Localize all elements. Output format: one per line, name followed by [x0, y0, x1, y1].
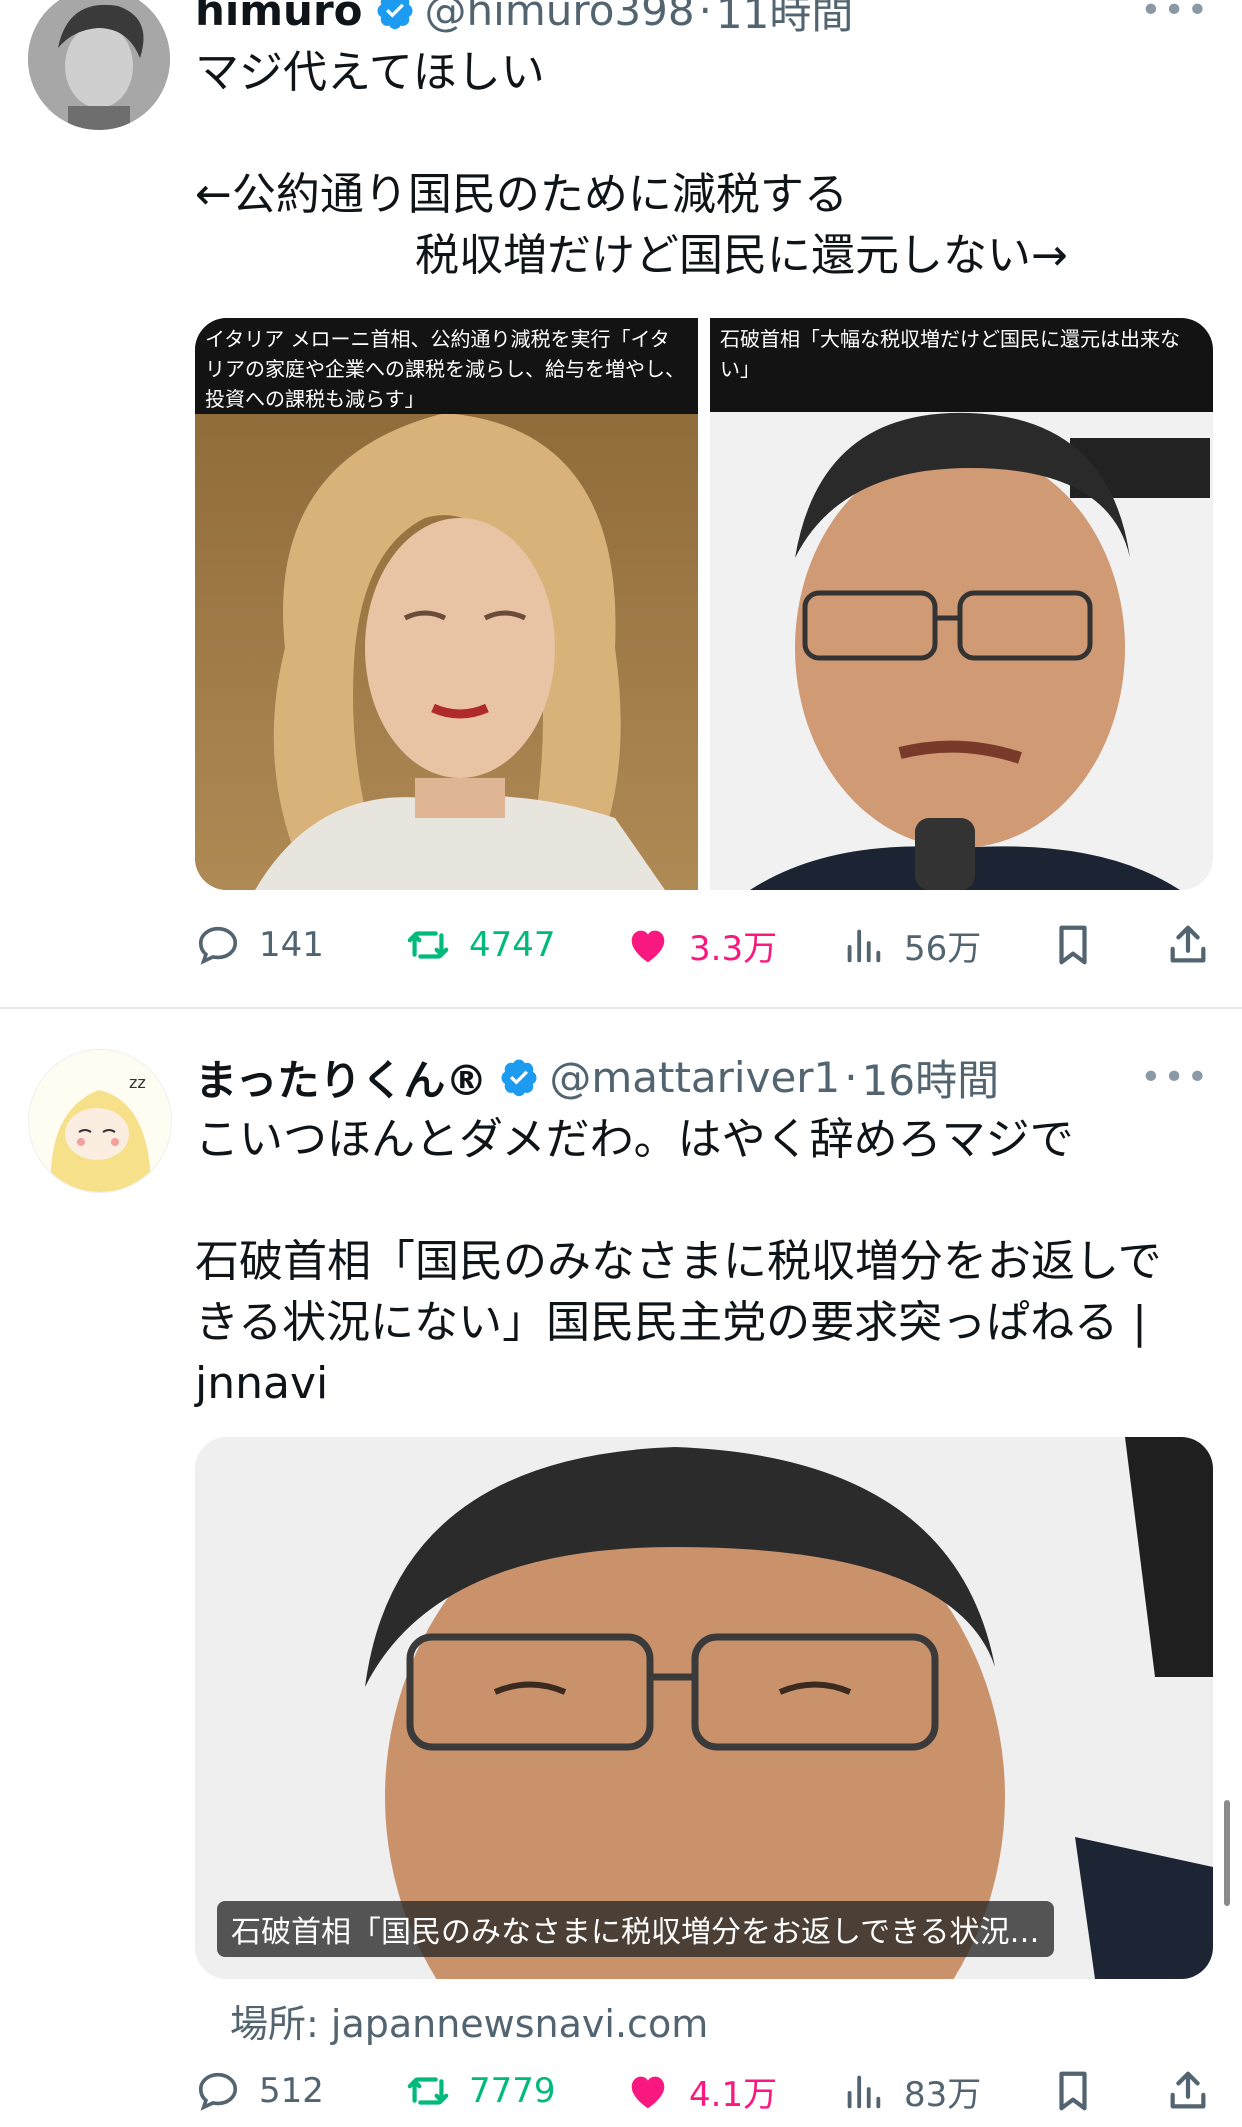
link-card-title: 石破首相「国民のみなさまに税収増分をお返しできる状況…	[217, 1901, 1054, 1957]
reply-button[interactable]: 512	[195, 2061, 324, 2121]
tweet-media-grid[interactable]: イタリア メローニ首相、公約通り減税を実行「イタリアの家庭や企業への課税を減らし…	[195, 318, 1213, 890]
repost-button[interactable]: 4747	[405, 915, 556, 975]
display-name[interactable]: まったりくん®	[195, 1047, 487, 1108]
reply-button[interactable]: 141	[195, 915, 324, 975]
avatar-himuro[interactable]	[28, 0, 170, 130]
link-card-image[interactable]: 石破首相「国民のみなさまに税収増分をお返しできる状況…	[195, 1437, 1213, 1979]
bookmark-icon	[1059, 2071, 1087, 2111]
more-icon[interactable]: •••	[1140, 0, 1210, 31]
verified-badge-icon	[377, 0, 413, 30]
views-count: 83万	[904, 2074, 982, 2115]
bookmark-button[interactable]	[1050, 2061, 1114, 2121]
timestamp[interactable]: 11時間	[716, 0, 853, 41]
bookmark-button[interactable]	[1050, 915, 1114, 975]
views-button[interactable]: 83万	[840, 2061, 981, 2121]
display-name[interactable]: himuro	[195, 0, 363, 35]
handle[interactable]: @himuro398	[425, 0, 695, 35]
like-button[interactable]: 3.3万	[625, 915, 777, 975]
media-image-left[interactable]: イタリア メローニ首相、公約通り減税を実行「イタリアの家庭や企業への課税を減らし…	[195, 318, 698, 890]
repost-button[interactable]: 7779	[405, 2061, 556, 2121]
reply-count: 141	[259, 925, 324, 965]
media-caption-right: 石破首相「大幅な税収増だけど国民に還元は出来ない」	[710, 318, 1213, 412]
share-icon	[1170, 925, 1206, 963]
tweet-text: こいつほんとダメだわ。はやく辞めろマジで 石破首相「国民のみなさまに税収増分をお…	[195, 1114, 1162, 1409]
share-button[interactable]	[1165, 2061, 1229, 2121]
separator: ·	[698, 0, 712, 35]
tweet-actions: 512 7779 4.1万 83万	[195, 2061, 1213, 2121]
views-count: 56万	[904, 928, 982, 969]
views-icon	[847, 929, 881, 963]
reply-count: 512	[259, 2071, 324, 2111]
tweet-actions: 141 4747 3.3万 56万	[195, 915, 1213, 975]
bookmark-icon	[1059, 925, 1087, 965]
repost-icon	[407, 2077, 449, 2105]
svg-text:zz: zz	[129, 1073, 146, 1092]
more-icon[interactable]: •••	[1140, 1057, 1210, 1098]
reply-icon	[198, 926, 238, 965]
tweet-text: マジ代えてほしい ←公約通り国民のために減税する 税収増だけど国民に還元しない→	[195, 47, 1068, 281]
media-caption-left: イタリア メローニ首相、公約通り減税を実行「イタリアの家庭や企業への課税を減らし…	[195, 318, 698, 414]
verified-badge-icon	[501, 1059, 537, 1097]
like-button[interactable]: 4.1万	[625, 2061, 777, 2121]
scrollbar[interactable]	[1224, 1800, 1230, 1906]
tweet-2[interactable]: zz まったりくん® @mattariver1 · 16時間 ••• こいつほん…	[0, 1009, 1242, 2127]
like-icon	[631, 930, 665, 963]
views-icon	[847, 2075, 881, 2109]
avatar-mattarikun[interactable]: zz	[28, 1049, 172, 1193]
share-icon	[1170, 2071, 1206, 2109]
repost-icon	[407, 931, 449, 959]
like-icon	[631, 2076, 665, 2109]
like-count: 3.3万	[689, 928, 778, 969]
like-count: 4.1万	[689, 2074, 778, 2115]
timestamp[interactable]: 16時間	[862, 1047, 999, 1108]
reply-icon	[198, 2072, 238, 2111]
media-image-right[interactable]: 石破首相「大幅な税収増だけど国民に還元は出来ない」	[710, 318, 1213, 890]
link-source[interactable]: 場所: japannewsnavi.com	[230, 1993, 708, 2048]
views-button[interactable]: 56万	[840, 915, 981, 975]
handle[interactable]: @mattariver1	[549, 1053, 840, 1102]
tweet-1[interactable]: himuro @himuro398 · 11時間 ••• マジ代えてほしい ←公…	[0, 0, 1242, 1007]
separator: ·	[844, 1052, 858, 1102]
share-button[interactable]	[1165, 915, 1229, 975]
tweet-header: himuro @himuro398 · 11時間	[195, 0, 853, 40]
repost-count: 7779	[469, 2071, 556, 2111]
tweet-header: まったりくん® @mattariver1 · 16時間	[195, 1047, 999, 1107]
repost-count: 4747	[469, 925, 556, 965]
